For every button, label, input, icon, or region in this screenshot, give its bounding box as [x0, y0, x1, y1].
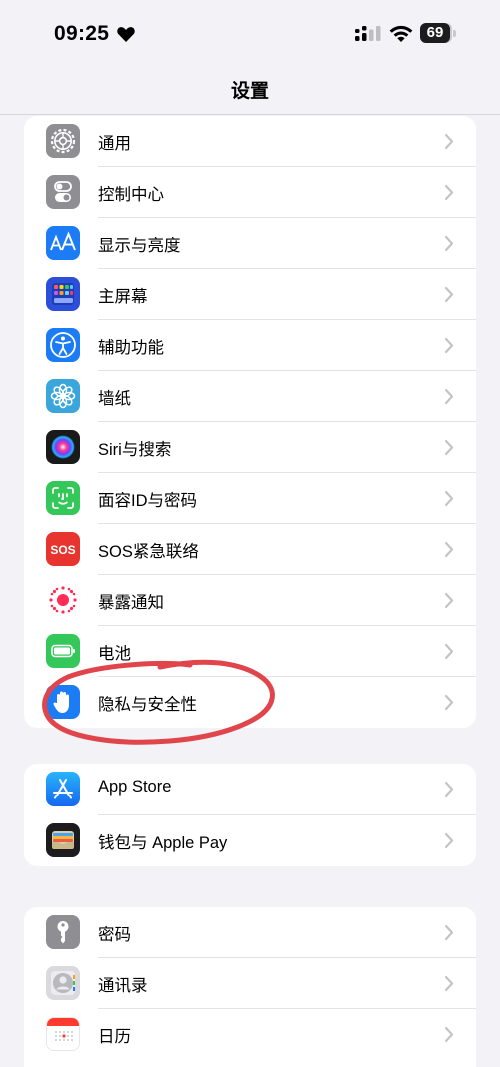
key-icon — [46, 915, 80, 949]
settings-row-calendar[interactable]: 日历 — [24, 1009, 476, 1060]
chevron-right-icon — [444, 832, 454, 849]
settings-row-label: 墙纸 — [98, 390, 131, 408]
svg-text:SOS: SOS — [50, 543, 75, 557]
status-time: 09:25 — [54, 22, 110, 45]
chevron-right-icon — [444, 781, 454, 798]
settings-row-battery[interactable]: 电池 — [24, 626, 476, 677]
settings-row-label: 控制中心 — [98, 186, 164, 204]
chevron-right-icon — [444, 133, 454, 150]
contacts-icon — [46, 966, 80, 1000]
chevron-right-icon — [444, 184, 454, 201]
settings-row-label: 面容ID与密码 — [98, 492, 197, 510]
heart-icon — [117, 27, 135, 42]
settings-group-store: App Store 钱包与 Apple Pay — [24, 764, 476, 866]
chevron-right-icon — [444, 975, 454, 992]
face-id-icon — [46, 481, 80, 515]
chevron-right-icon — [444, 490, 454, 507]
gear-icon — [46, 124, 80, 158]
chevron-right-icon — [444, 924, 454, 941]
settings-row-accessibility[interactable]: 辅助功能 — [24, 320, 476, 371]
wifi-icon — [389, 25, 413, 42]
page-title: 设置 — [230, 81, 269, 102]
accessibility-icon — [46, 328, 80, 362]
settings-row-home-screen[interactable]: 主屏幕 — [24, 269, 476, 320]
settings-row-face-id-passcode[interactable]: 面容ID与密码 — [24, 473, 476, 524]
settings-row-label: 密码 — [98, 926, 131, 944]
settings-row-label: 辅助功能 — [98, 339, 164, 357]
settings-row-label: App Store — [98, 778, 172, 796]
siri-icon — [46, 430, 80, 464]
hand-icon — [46, 685, 80, 719]
chevron-right-icon — [444, 337, 454, 354]
settings-row-label: 日历 — [98, 1028, 131, 1046]
chevron-right-icon — [444, 439, 454, 456]
settings-group-general: 通用 控制中心 显示与亮度 主屏幕 辅助功能 墙纸 Siri与搜索 面容ID与密… — [24, 116, 476, 728]
settings-row-label: 通用 — [98, 135, 131, 153]
settings-row-contacts[interactable]: 通讯录 — [24, 958, 476, 1009]
app-store-icon — [46, 772, 80, 806]
text-size-icon — [46, 226, 80, 260]
app-grid-icon — [46, 277, 80, 311]
cellular-signal-icon — [355, 26, 381, 41]
settings-row-app-store[interactable]: App Store — [24, 764, 476, 815]
settings-row-exposure-notifications[interactable]: 暴露通知 — [24, 575, 476, 626]
chevron-right-icon — [444, 694, 454, 711]
sos-icon: SOS — [46, 532, 80, 566]
settings-row-wallet-apple-pay[interactable]: 钱包与 Apple Pay — [24, 815, 476, 866]
nav-divider — [0, 114, 500, 115]
settings-row-label: 显示与亮度 — [98, 237, 181, 255]
settings-row-label: 主屏幕 — [98, 288, 148, 306]
settings-row-label: Siri与搜索 — [98, 441, 172, 459]
settings-row-passwords[interactable]: 密码 — [24, 907, 476, 958]
wallet-icon — [46, 823, 80, 857]
settings-group-apps: 密码 通讯录 日历 — [24, 907, 476, 1067]
battery-percent: 69 — [426, 24, 444, 41]
chevron-right-icon — [444, 541, 454, 558]
flower-icon — [46, 379, 80, 413]
chevron-right-icon — [444, 643, 454, 660]
settings-row-display-brightness[interactable]: 显示与亮度 — [24, 218, 476, 269]
settings-row-wallpaper[interactable]: 墙纸 — [24, 371, 476, 422]
toggles-icon — [46, 175, 80, 209]
settings-row-emergency-sos[interactable]: SOS SOS紧急联络 — [24, 524, 476, 575]
settings-row-general[interactable]: 通用 — [24, 116, 476, 167]
chevron-right-icon — [444, 1026, 454, 1043]
chevron-right-icon — [444, 235, 454, 252]
chevron-right-icon — [444, 388, 454, 405]
settings-row-label: 通讯录 — [98, 977, 148, 995]
settings-row-label: 电池 — [98, 645, 131, 663]
settings-row-control-center[interactable]: 控制中心 — [24, 167, 476, 218]
settings-row-siri-search[interactable]: Siri与搜索 — [24, 422, 476, 473]
settings-row-label: 隐私与安全性 — [98, 696, 197, 714]
calendar-icon — [46, 1017, 80, 1051]
chevron-right-icon — [444, 286, 454, 303]
chevron-right-icon — [444, 592, 454, 609]
settings-row-label: SOS紧急联络 — [98, 543, 199, 561]
settings-row-label: 钱包与 Apple Pay — [98, 834, 228, 852]
battery-icon — [46, 634, 80, 668]
battery-indicator: 69 — [420, 23, 456, 45]
exposure-icon — [46, 583, 80, 617]
settings-row-label: 暴露通知 — [98, 594, 164, 612]
status-bar: 09:25 69 — [0, 0, 500, 70]
settings-row-privacy-security[interactable]: 隐私与安全性 — [24, 677, 476, 728]
